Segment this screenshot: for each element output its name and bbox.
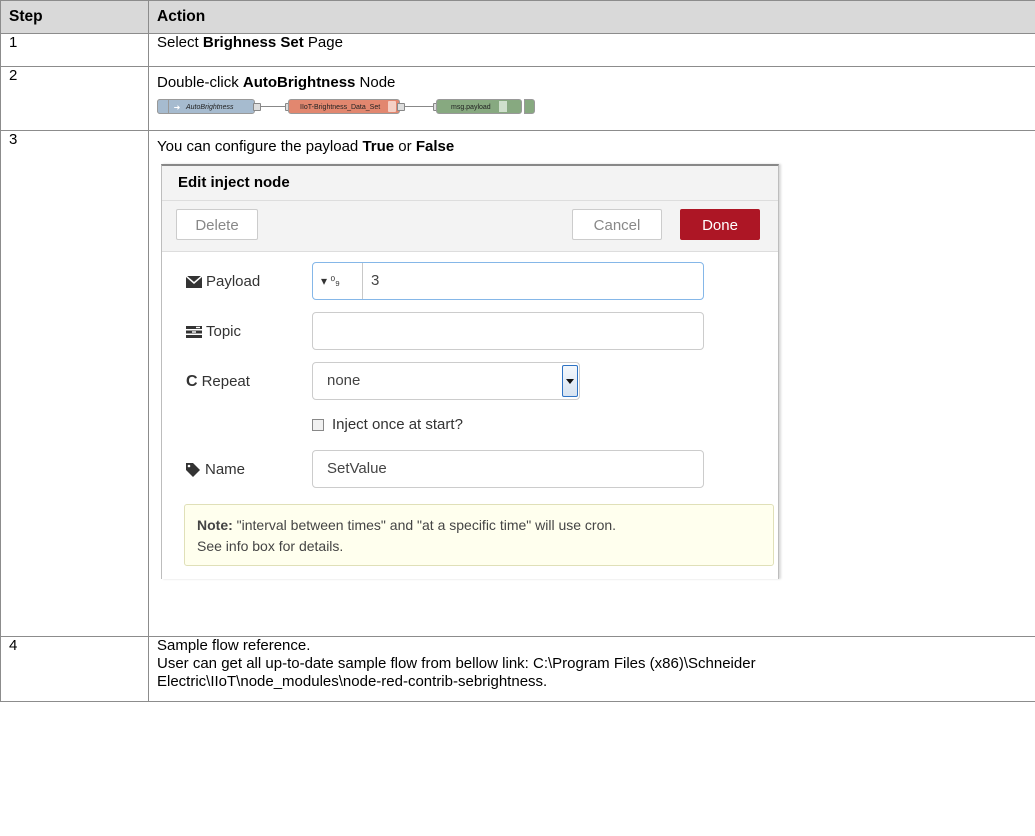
arrow-icon: ➜ — [173, 103, 181, 112]
action-text: Double-click — [157, 74, 243, 91]
table-header-row: Step Action — [0, 0, 1035, 34]
payload-value: 3 — [371, 272, 380, 289]
flow-diagram: ➜ AutoBrightness IIoT-Brightness_Data_Se… — [157, 96, 577, 116]
table-row: 1 Select Brighness Set Page — [0, 33, 1035, 67]
function-node-label: IIoT-Brightness_Data_Set — [300, 104, 381, 111]
delete-button[interactable]: Delete — [176, 209, 258, 240]
inject-once-checkbox[interactable] — [312, 419, 324, 431]
action-text: Electric\IIoT\node_modules\node-red-cont… — [157, 673, 548, 690]
refresh-icon: C — [186, 373, 198, 391]
action-bold: True — [362, 138, 395, 155]
payload-input[interactable]: ▾ ⁰₉ 3 — [312, 262, 704, 300]
action-text: You can configure the payload — [157, 138, 363, 155]
function-icon — [388, 101, 396, 112]
name-label: Name — [205, 461, 246, 478]
function-node[interactable]: IIoT-Brightness_Data_Set — [288, 99, 400, 114]
tasks-icon — [186, 326, 202, 339]
step-number: 1 — [0, 33, 149, 67]
inject-node-label: AutoBrightness — [186, 104, 234, 111]
payload-label-group: Payload — [186, 273, 260, 290]
tag-icon — [186, 463, 200, 478]
note-text-line2: See info box for details. — [197, 538, 344, 554]
action-text: or — [394, 138, 416, 155]
debug-node-label: msg.payload — [451, 104, 491, 111]
topic-input[interactable] — [312, 312, 704, 350]
repeat-value: none — [327, 372, 361, 389]
action-bold: False — [415, 138, 455, 155]
debug-node[interactable]: msg.payload — [436, 99, 522, 114]
note-heading: Note: — [197, 517, 233, 533]
action-bold: AutoBrightness — [242, 74, 356, 91]
payload-row: Payload ▾ ⁰₉ 3 — [162, 262, 778, 302]
name-label-group: Name — [186, 461, 245, 478]
action-text: Sample flow reference. — [157, 637, 311, 654]
note-text: "interval between times" and "at a speci… — [232, 517, 617, 533]
step-number: 4 — [0, 636, 149, 702]
name-input[interactable]: SetValue — [312, 450, 704, 488]
topic-label-group: Topic — [186, 323, 241, 340]
edit-inject-dialog: Edit inject node Delete Cancel Done Payl… — [161, 164, 779, 579]
table-row: 2 Double-click AutoBrightness Node ➜ Aut… — [0, 66, 1035, 131]
inject-once-label: Inject once at start? — [332, 416, 463, 433]
name-row: Name SetValue — [162, 450, 778, 490]
table-row: 4 Sample flow reference. User can get al… — [0, 636, 1035, 702]
note-box: Note: "interval between times" and "at a… — [184, 504, 774, 566]
table-row: 3 You can configure the payload True or … — [0, 130, 1035, 637]
action-text: Page — [303, 34, 343, 51]
dialog-title: Edit inject node — [162, 166, 778, 201]
topic-label: Topic — [206, 323, 242, 340]
payload-label: Payload — [206, 273, 261, 290]
action-cell: Double-click AutoBrightness Node ➜ AutoB… — [148, 66, 1035, 131]
header-action: Action — [148, 0, 1035, 34]
topic-row: Topic — [162, 312, 778, 352]
wire — [404, 106, 434, 107]
repeat-label-group: C Repeat — [186, 373, 250, 391]
number-type-icon: ⁰₉ — [330, 274, 340, 288]
action-cell: Select Brighness Set Page — [148, 33, 1035, 67]
repeat-row: C Repeat none — [162, 362, 778, 402]
step-number: 3 — [0, 130, 149, 637]
action-text: Select — [157, 34, 203, 51]
step-number: 2 — [0, 66, 149, 131]
repeat-select[interactable]: none — [312, 362, 580, 400]
debug-toggle-button[interactable] — [524, 99, 535, 114]
action-cell: You can configure the payload True or Fa… — [148, 130, 1035, 637]
wire — [260, 106, 286, 107]
payload-type-selector[interactable]: ▾ ⁰₉ — [313, 263, 363, 299]
inject-node[interactable]: ➜ AutoBrightness — [157, 99, 255, 114]
header-step: Step — [0, 0, 149, 34]
envelope-icon — [186, 276, 202, 289]
inject-button-icon[interactable] — [157, 99, 169, 114]
action-text: User can get all up-to-date sample flow … — [157, 655, 756, 672]
steps-table: Step Action 1 Select Brighness Set Page … — [0, 0, 1035, 702]
action-text: Node — [355, 74, 396, 91]
action-cell: Sample flow reference. User can get all … — [148, 636, 1035, 702]
output-port[interactable] — [397, 103, 405, 111]
repeat-label: Repeat — [201, 373, 250, 390]
output-port[interactable] — [253, 103, 261, 111]
cancel-button[interactable]: Cancel — [572, 209, 662, 240]
action-bold: Brighness Set — [202, 34, 304, 51]
list-icon — [499, 101, 507, 112]
dropdown-arrow-icon[interactable] — [562, 365, 578, 397]
dialog-toolbar: Delete Cancel Done — [162, 201, 778, 252]
caret-down-icon: ▾ — [321, 274, 328, 288]
done-button[interactable]: Done — [680, 209, 760, 240]
